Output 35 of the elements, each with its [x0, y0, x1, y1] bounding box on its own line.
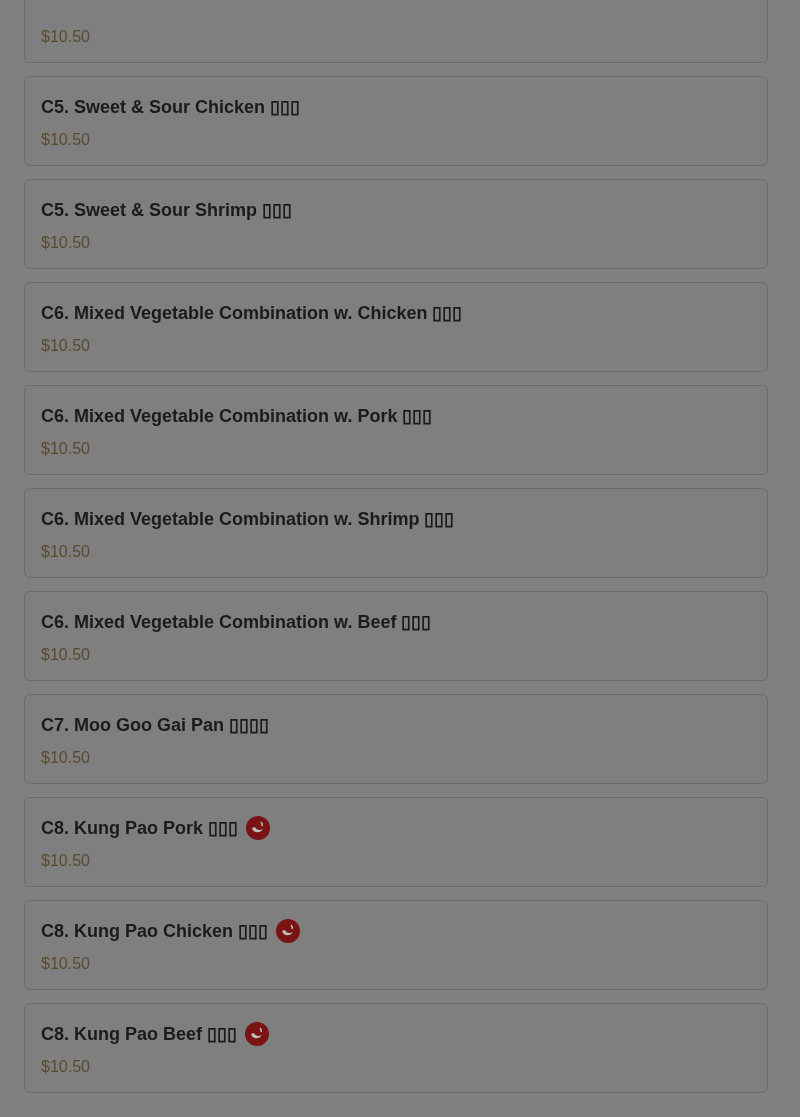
item-price: $10.50	[41, 131, 90, 149]
item-title: C6. Mixed Vegetable Combination w. Shrimp ▯▯▯	[41, 508, 455, 530]
item-price: $10.50	[41, 749, 90, 767]
item-price: $10.50	[41, 234, 90, 252]
item-price: $10.50	[41, 646, 90, 664]
item-price: $10.50	[41, 543, 90, 561]
item-price: $10.50	[41, 440, 90, 458]
menu-item-card[interactable]: C5. Sweet & Sour Shrimp ▯▯▯ $10.50	[24, 179, 768, 269]
menu-item-card[interactable]: C8. Kung Pao Pork ▯▯▯ $10.50	[24, 797, 768, 887]
menu-item-card[interactable]: C8. Kung Pao Chicken ▯▯▯ $10.50	[24, 900, 768, 990]
item-title: C5. Sweet & Sour Chicken ▯▯▯	[41, 96, 301, 118]
menu-item-card[interactable]: $10.50	[24, 0, 768, 63]
item-title: C7. Moo Goo Gai Pan ▯▯▯▯	[41, 714, 269, 736]
chili-icon	[276, 919, 301, 943]
menu-item-card[interactable]: C6. Mixed Vegetable Combination w. Beef ▯▯▯ $10.50	[24, 591, 768, 681]
item-price: $10.50	[41, 337, 90, 355]
menu-item-card[interactable]: C6. Mixed Vegetable Combination w. Shrimp ▯▯▯ $10.50	[24, 488, 768, 578]
menu-item-card[interactable]: C6. Mixed Vegetable Combination w. Chicken ▯▯▯ $10.50	[24, 282, 768, 372]
item-price: $10.50	[41, 1058, 90, 1076]
item-title: C6. Mixed Vegetable Combination w. Chicken ▯▯▯	[41, 302, 463, 324]
item-title: C8. Kung Pao Chicken ▯▯▯	[41, 920, 269, 942]
chili-icon	[245, 1022, 270, 1046]
menu-item-card[interactable]: C6. Mixed Vegetable Combination w. Pork ▯▯▯ $10.50	[24, 385, 768, 475]
menu-item-card[interactable]: C8. Kung Pao Beef ▯▯▯ $10.50	[24, 1003, 768, 1093]
menu-item-card[interactable]: C5. Sweet & Sour Chicken ▯▯▯ $10.50	[24, 76, 768, 166]
menu-item-card[interactable]: C7. Moo Goo Gai Pan ▯▯▯▯ $10.50	[24, 694, 768, 784]
item-title: C6. Mixed Vegetable Combination w. Beef ▯▯▯	[41, 611, 432, 633]
item-price: $10.50	[41, 28, 90, 46]
item-price: $10.50	[41, 955, 90, 973]
item-title: C8. Kung Pao Pork ▯▯▯	[41, 817, 239, 839]
item-title: C5. Sweet & Sour Shrimp ▯▯▯	[41, 199, 293, 221]
chili-icon	[246, 816, 271, 840]
item-title: C6. Mixed Vegetable Combination w. Pork ▯▯▯	[41, 405, 433, 427]
item-title: C8. Kung Pao Beef ▯▯▯	[41, 1023, 238, 1045]
item-price: $10.50	[41, 852, 90, 870]
